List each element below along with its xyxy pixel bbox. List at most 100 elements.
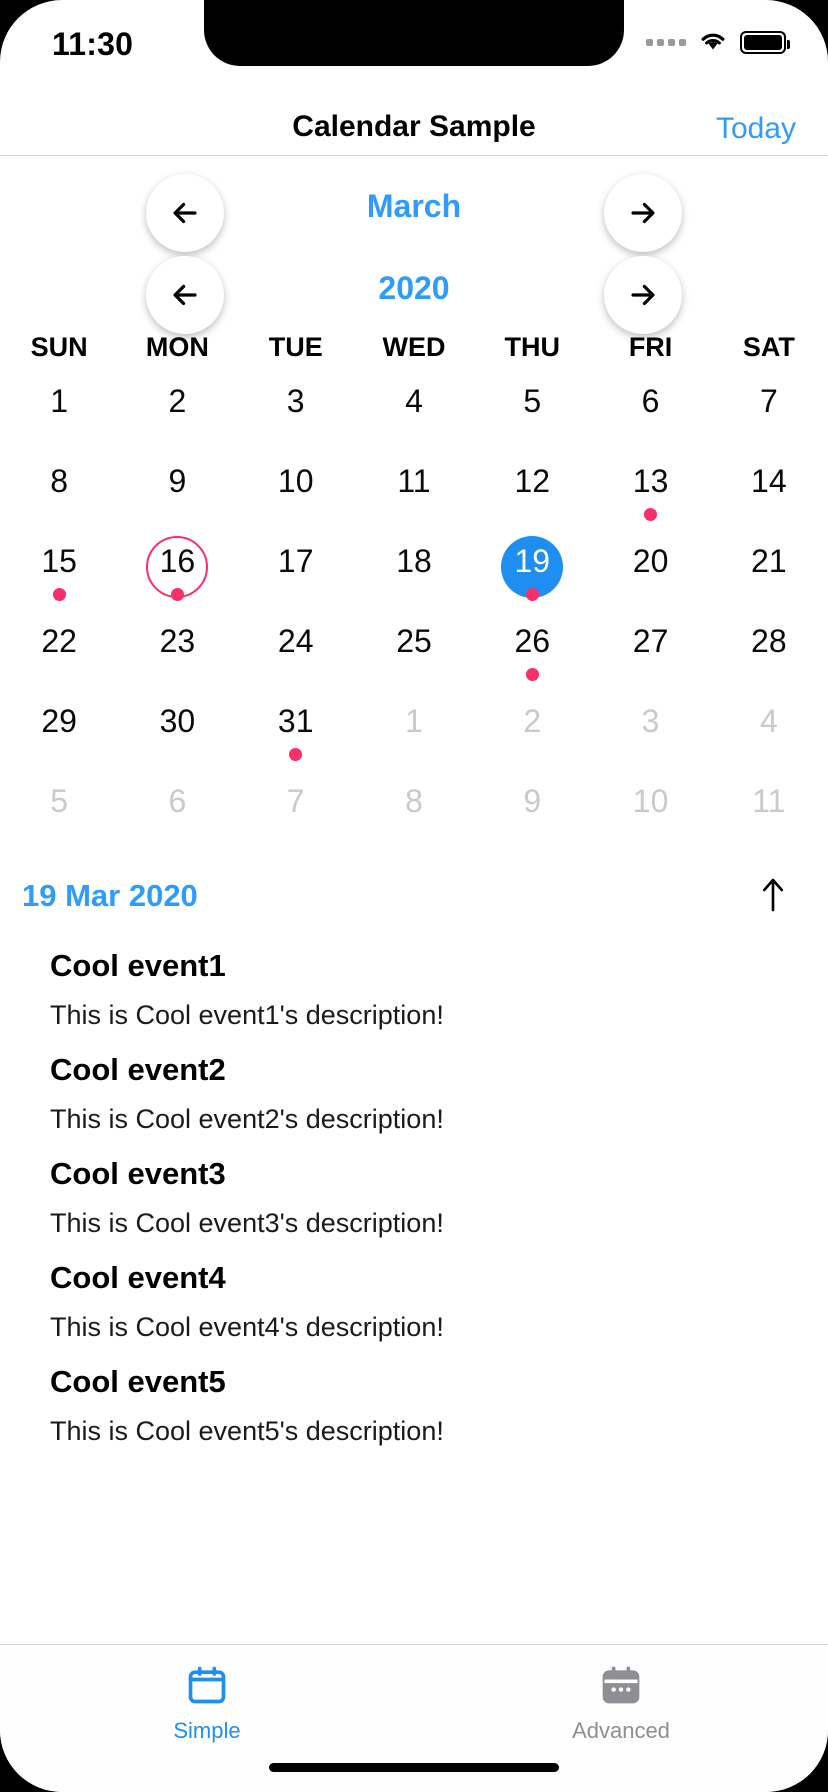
day-cell-current-7[interactable]: 7 [710,378,828,458]
day-cell-next-2[interactable]: 2 [473,698,591,778]
day-cell-current-10[interactable]: 10 [237,458,355,538]
event-dot [170,588,184,601]
today-button[interactable]: Today [716,112,796,146]
day-cell-current-24[interactable]: 24 [237,618,355,698]
day-number: 10 [632,783,669,819]
day-cell-current-8[interactable]: 8 [0,458,118,538]
day-number: 3 [641,703,660,739]
day-cell-next-8[interactable]: 8 [355,778,473,858]
event-title: Cool event3 [50,1156,226,1191]
day-cell-next-9[interactable]: 9 [473,778,591,858]
battery-icon [740,31,790,54]
event-dot [52,588,66,601]
day-cell-next-11[interactable]: 11 [710,778,828,858]
weekday-label-sat: SAT [742,332,795,362]
day-cell-current-17[interactable]: 17 [237,538,355,618]
day-cell-current-14[interactable]: 14 [710,458,828,538]
day-cell-next-7[interactable]: 7 [237,778,355,858]
day-number: 19 [514,543,551,579]
day-cell-current-11[interactable]: 11 [355,458,473,538]
event-description: This is Cool event5's description! [50,1416,444,1446]
day-number: 8 [50,463,69,499]
day-number: 7 [286,783,305,819]
list-item[interactable]: Cool event5 This is Cool event5's descrip… [0,1351,828,1455]
day-cell-current-13[interactable]: 13 [591,458,709,538]
day-cell-next-5[interactable]: 5 [0,778,118,858]
day-cell-current-30[interactable]: 30 [118,698,236,778]
day-number: 4 [759,703,778,739]
home-indicator [269,1763,559,1772]
day-number: 11 [397,463,431,499]
event-dot [644,508,658,521]
day-number: 22 [41,623,77,659]
list-item[interactable]: Cool event4 This is Cool event4's descrip… [0,1247,828,1351]
day-cell-current-20[interactable]: 20 [591,538,709,618]
collapse-button[interactable] [758,876,788,919]
day-cell-current-4[interactable]: 4 [355,378,473,458]
event-list[interactable]: Cool event1 This is Cool event1's descrip… [0,935,828,1612]
day-number: 9 [523,783,542,819]
day-number: 6 [641,383,660,419]
event-title: Cool event1 [50,948,226,983]
next-month-button[interactable] [604,174,682,252]
day-number: 23 [159,623,196,659]
day-number: 13 [632,463,669,499]
weekday-label-wed: WED [382,332,446,362]
wifi-icon [698,28,728,57]
day-cell-current-27[interactable]: 27 [591,618,709,698]
month-nav-row: March [0,168,828,252]
day-cell-current-28[interactable]: 28 [710,618,828,698]
day-cell-current-19[interactable]: 19 [473,536,591,618]
event-dot [289,748,303,761]
day-cell-current-21[interactable]: 21 [710,538,828,618]
day-number: 20 [632,543,669,579]
weekday-label-tue: TUE [268,332,323,362]
day-number: 9 [168,463,187,499]
day-cell-next-1[interactable]: 1 [355,698,473,778]
weekday-label-mon: MON [145,332,209,362]
list-item[interactable]: Cool event3 This is Cool event3's descrip… [0,1143,828,1247]
day-cell-current-9[interactable]: 9 [118,458,236,538]
phone-screen: 11:30 Calendar Sample Today March 2020 S… [0,0,828,1792]
status-bar: 11:30 [0,0,828,96]
day-cell-current-6[interactable]: 6 [591,378,709,458]
list-item[interactable]: Cool event2 This is Cool event2's descrip… [0,1039,828,1143]
navigation-bar: Calendar Sample Today [0,96,828,156]
day-cell-current-3[interactable]: 3 [237,378,355,458]
arrow-up-icon [762,878,784,912]
day-number: 1 [405,703,423,739]
day-number: 29 [41,703,77,739]
day-cell-current-22[interactable]: 22 [0,618,118,698]
day-cell-current-16[interactable]: 16 [118,536,236,618]
day-cell-current-31[interactable]: 31 [237,698,355,778]
day-number: 16 [159,543,196,579]
day-cell-next-6[interactable]: 6 [118,778,236,858]
day-number: 28 [751,623,787,659]
day-cell-current-12[interactable]: 12 [473,458,591,538]
signal-dots-icon [646,39,686,46]
event-description: This is Cool event2's description! [50,1104,444,1134]
day-cell-current-29[interactable]: 29 [0,698,118,778]
day-number: 31 [277,703,314,739]
day-cell-current-2[interactable]: 2 [118,378,236,458]
day-cell-current-26[interactable]: 26 [473,618,591,698]
weekday-label-thu: THU [504,332,561,362]
day-cell-current-1[interactable]: 1 [0,378,118,458]
day-number: 8 [405,783,423,819]
event-description: This is Cool event1's description! [50,1000,444,1030]
day-cell-current-5[interactable]: 5 [473,378,591,458]
arrow-right-icon [631,284,655,306]
day-cell-current-25[interactable]: 25 [355,618,473,698]
day-cell-next-4[interactable]: 4 [710,698,828,778]
day-cell-current-23[interactable]: 23 [118,618,236,698]
day-number: 26 [514,623,551,659]
list-item[interactable]: Cool event1 This is Cool event1's descrip… [0,935,828,1039]
weekday-label-fri: FRI [628,332,673,362]
day-cell-current-15[interactable]: 15 [0,538,118,618]
tab-advanced-label: Advanced [572,1718,670,1743]
day-number: 18 [396,543,432,579]
day-cell-current-18[interactable]: 18 [355,538,473,618]
next-year-button[interactable] [604,256,682,334]
day-cell-next-3[interactable]: 3 [591,698,709,778]
day-cell-next-10[interactable]: 10 [591,778,709,858]
